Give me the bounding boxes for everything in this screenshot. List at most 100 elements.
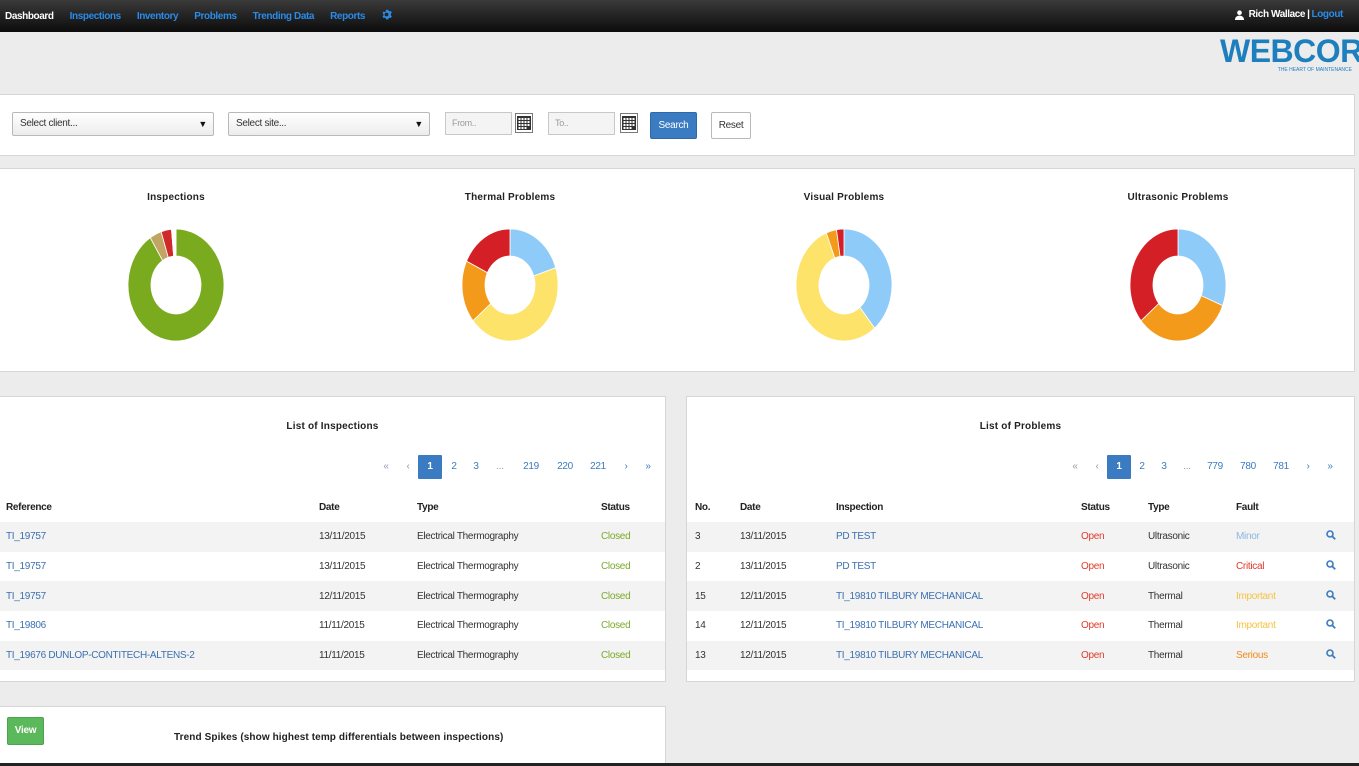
- site-select[interactable]: Select site... ▼: [228, 112, 430, 136]
- nav-inspections[interactable]: Inspections: [70, 11, 122, 22]
- status-cell: Closed: [601, 620, 631, 632]
- inspection-link[interactable]: TI_19810 TILBURY MECHANICAL: [836, 611, 1081, 641]
- column-header[interactable]: Status: [601, 493, 665, 522]
- chevron-down-icon: ▼: [414, 119, 423, 129]
- pager-page[interactable]: 780: [1231, 455, 1265, 479]
- column-header[interactable]: No.: [687, 493, 740, 522]
- number-cell: 13: [687, 640, 740, 671]
- problems-list-panel: List of Problems « ‹ 1 2 3 ... 779 780 7…: [686, 396, 1355, 682]
- pager-last[interactable]: »: [638, 455, 658, 479]
- trend-spikes-title: Trend Spikes (show highest temp differen…: [174, 732, 504, 743]
- column-header[interactable]: Reference: [0, 493, 319, 522]
- column-header[interactable]: Date: [319, 493, 417, 522]
- pager-page[interactable]: 221: [582, 455, 614, 479]
- search-button[interactable]: Search: [650, 112, 697, 139]
- status-cell: Open: [1081, 561, 1105, 573]
- table-row: 14 12/11/2015 TI_19810 TILBURY MECHANICA…: [687, 611, 1354, 641]
- donut-chart: [461, 228, 559, 342]
- pager-page[interactable]: 2: [1131, 455, 1153, 479]
- logout-link[interactable]: Logout: [1312, 9, 1344, 20]
- date-cell: 11/11/2015: [319, 620, 365, 632]
- pager-page[interactable]: 220: [548, 455, 582, 479]
- date-cell: 13/11/2015: [319, 561, 366, 573]
- fault-cell: Serious: [1236, 640, 1326, 671]
- calendar-icon[interactable]: [515, 113, 533, 133]
- type-cell: Electrical Thermography: [417, 522, 601, 552]
- nav-reports[interactable]: Reports: [330, 11, 365, 22]
- pager-page[interactable]: 1: [1107, 455, 1131, 479]
- pager-page[interactable]: 3: [466, 455, 486, 479]
- logo-tagline: THE HEART OF MAINTENANCE: [1277, 67, 1352, 73]
- donut-slice-0[interactable]: [1177, 228, 1227, 307]
- pager-page[interactable]: 2: [442, 455, 466, 479]
- date-cell: 12/11/2015: [319, 581, 417, 612]
- pager-last[interactable]: »: [1319, 455, 1341, 479]
- ultrasonic-problems-chart: Ultrasonic Problems: [1078, 169, 1278, 369]
- user-box: Rich Wallace | Logout: [1234, 9, 1344, 20]
- logo-text: WEBCOR: [1220, 33, 1359, 69]
- pager-prev[interactable]: ‹: [398, 455, 418, 479]
- column-header[interactable]: Type: [1148, 493, 1236, 522]
- donut-slice-0[interactable]: [509, 228, 557, 277]
- pager-page[interactable]: 3: [1153, 455, 1175, 479]
- donut-chart: [1129, 228, 1227, 342]
- inspection-link[interactable]: PD TEST: [836, 522, 1081, 552]
- table-row: 2 13/11/2015 PD TEST Open Ultrasonic Cri…: [687, 552, 1354, 582]
- status-cell: Closed: [601, 581, 665, 612]
- nav-inventory[interactable]: Inventory: [137, 11, 179, 22]
- pager-page[interactable]: 779: [1199, 455, 1231, 479]
- status-cell: Closed: [601, 522, 665, 552]
- reference-link[interactable]: TI_19757: [0, 552, 319, 582]
- column-header[interactable]: Inspection: [836, 493, 1081, 522]
- to-date-input[interactable]: To..: [548, 112, 615, 135]
- reference-link[interactable]: TI_19676 DUNLOP-CONTITECH-ALTENS-2: [0, 640, 319, 671]
- magnifier-icon[interactable]: [1326, 649, 1336, 662]
- type-cell: Thermal: [1148, 640, 1236, 671]
- nav-problems[interactable]: Problems: [194, 11, 237, 22]
- inspection-link[interactable]: TI_19810 TILBURY MECHANICAL: [836, 581, 1081, 612]
- pager-page[interactable]: 219: [514, 455, 548, 479]
- type-cell: Electrical Thermography: [417, 640, 601, 671]
- donut-slice-2[interactable]: [1129, 228, 1179, 322]
- magnifier-icon[interactable]: [1326, 530, 1336, 543]
- inspection-link[interactable]: TI_19810 TILBURY MECHANICAL: [836, 640, 1081, 671]
- nav-trending-data[interactable]: Trending Data: [253, 11, 315, 22]
- reference-link[interactable]: TI_19757: [0, 522, 319, 552]
- table-row: 3 13/11/2015 PD TEST Open Ultrasonic Min…: [687, 522, 1354, 552]
- type-cell: Ultrasonic: [1148, 561, 1190, 573]
- magnifier-icon[interactable]: [1326, 560, 1336, 573]
- view-button[interactable]: View: [7, 717, 44, 745]
- type-cell: Electrical Thermography: [417, 561, 519, 573]
- pager-next[interactable]: ›: [614, 455, 638, 479]
- type-cell: Electrical Thermography: [417, 581, 601, 612]
- status-cell: Open: [1081, 620, 1105, 632]
- client-select[interactable]: Select client... ▼: [12, 112, 214, 136]
- inspection-link[interactable]: PD TEST: [836, 552, 1081, 582]
- pager-first[interactable]: «: [374, 455, 398, 479]
- gear-icon[interactable]: [381, 9, 392, 23]
- column-header: [1326, 493, 1354, 522]
- pager-page[interactable]: 1: [418, 455, 442, 479]
- pager-page[interactable]: 781: [1265, 455, 1297, 479]
- reference-link[interactable]: TI_19806: [0, 611, 319, 641]
- reset-button[interactable]: Reset: [711, 112, 751, 139]
- magnifier-icon[interactable]: [1326, 619, 1336, 632]
- column-header[interactable]: Date: [740, 493, 836, 522]
- inspections-pagination: « ‹ 1 2 3 ... 219 220 221 › »: [374, 455, 658, 479]
- pager-prev[interactable]: ‹: [1087, 455, 1107, 479]
- chevron-down-icon: ▼: [198, 119, 207, 129]
- column-header[interactable]: Status: [1081, 493, 1148, 522]
- pager-next[interactable]: ›: [1297, 455, 1319, 479]
- from-date-input[interactable]: From..: [445, 112, 512, 135]
- column-header[interactable]: Type: [417, 493, 601, 522]
- charts-panel: Inspections Thermal Problems Visual Prob…: [0, 168, 1355, 372]
- type-cell: Ultrasonic: [1148, 522, 1236, 552]
- pager-first[interactable]: «: [1063, 455, 1087, 479]
- reference-link[interactable]: TI_19757: [0, 581, 319, 612]
- column-header[interactable]: Fault: [1236, 493, 1326, 522]
- nav-dashboard[interactable]: Dashboard: [5, 11, 54, 22]
- date-cell: 13/11/2015: [319, 522, 417, 552]
- calendar-icon[interactable]: [620, 113, 638, 133]
- magnifier-icon[interactable]: [1326, 589, 1336, 603]
- fault-cell: Minor: [1236, 522, 1326, 552]
